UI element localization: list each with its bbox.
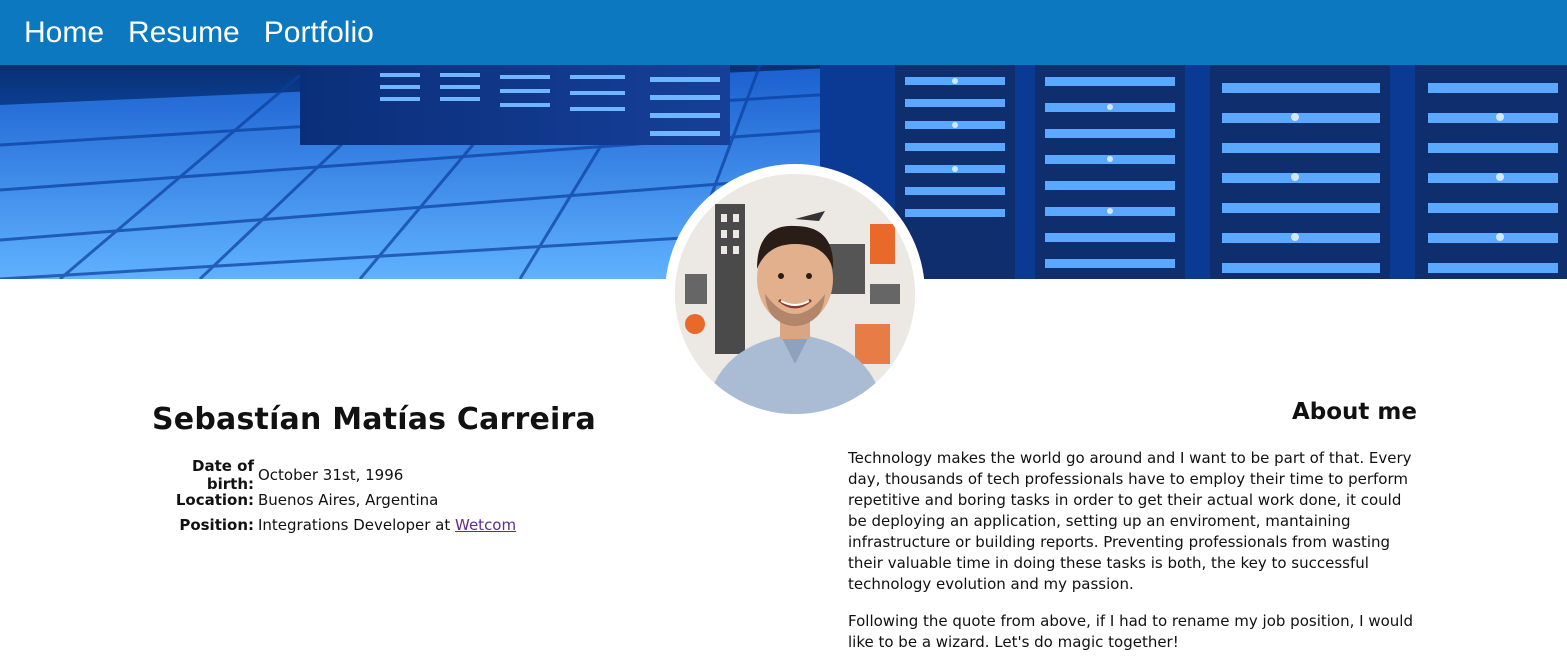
company-link[interactable]: Wetcom [455, 516, 516, 534]
position-text: Integrations Developer at [258, 515, 455, 534]
detail-value: October 31st, 1996 [258, 465, 404, 484]
about-heading: About me [1291, 399, 1417, 425]
nav-home-link[interactable]: Home [24, 17, 104, 48]
detail-label: Position: [179, 515, 254, 534]
nav-portfolio-link[interactable]: Portfolio [264, 17, 374, 48]
about-paragraph: Following the quote from above, if I had… [848, 612, 1413, 651]
detail-value: Buenos Aires, Argentina [258, 490, 439, 509]
profile-name: Sebastían Matías Carreira [152, 402, 596, 437]
detail-label: Date of birth: [192, 456, 254, 493]
detail-row-birth: Date of birth: October 31st, 1996 [152, 457, 516, 493]
about-paragraph: Technology makes the world go around and… [848, 449, 1412, 593]
detail-value-position: Integrations Developer at Wetcom [258, 516, 516, 534]
detail-label: Location: [175, 490, 254, 509]
nav-resume-link[interactable]: Resume [128, 17, 240, 48]
detail-row-location: Location: Buenos Aires, Argentina [152, 487, 516, 512]
top-navbar: Home Resume Portfolio [0, 0, 1567, 65]
detail-row-position: Position: Integrations Developer at Wetc… [152, 512, 516, 537]
avatar-frame [665, 164, 925, 424]
profile-details: Date of birth: October 31st, 1996 Locati… [152, 457, 516, 537]
avatar [675, 174, 915, 414]
about-section: Technology makes the world go around and… [848, 448, 1423, 669]
profile-photo [675, 174, 915, 414]
